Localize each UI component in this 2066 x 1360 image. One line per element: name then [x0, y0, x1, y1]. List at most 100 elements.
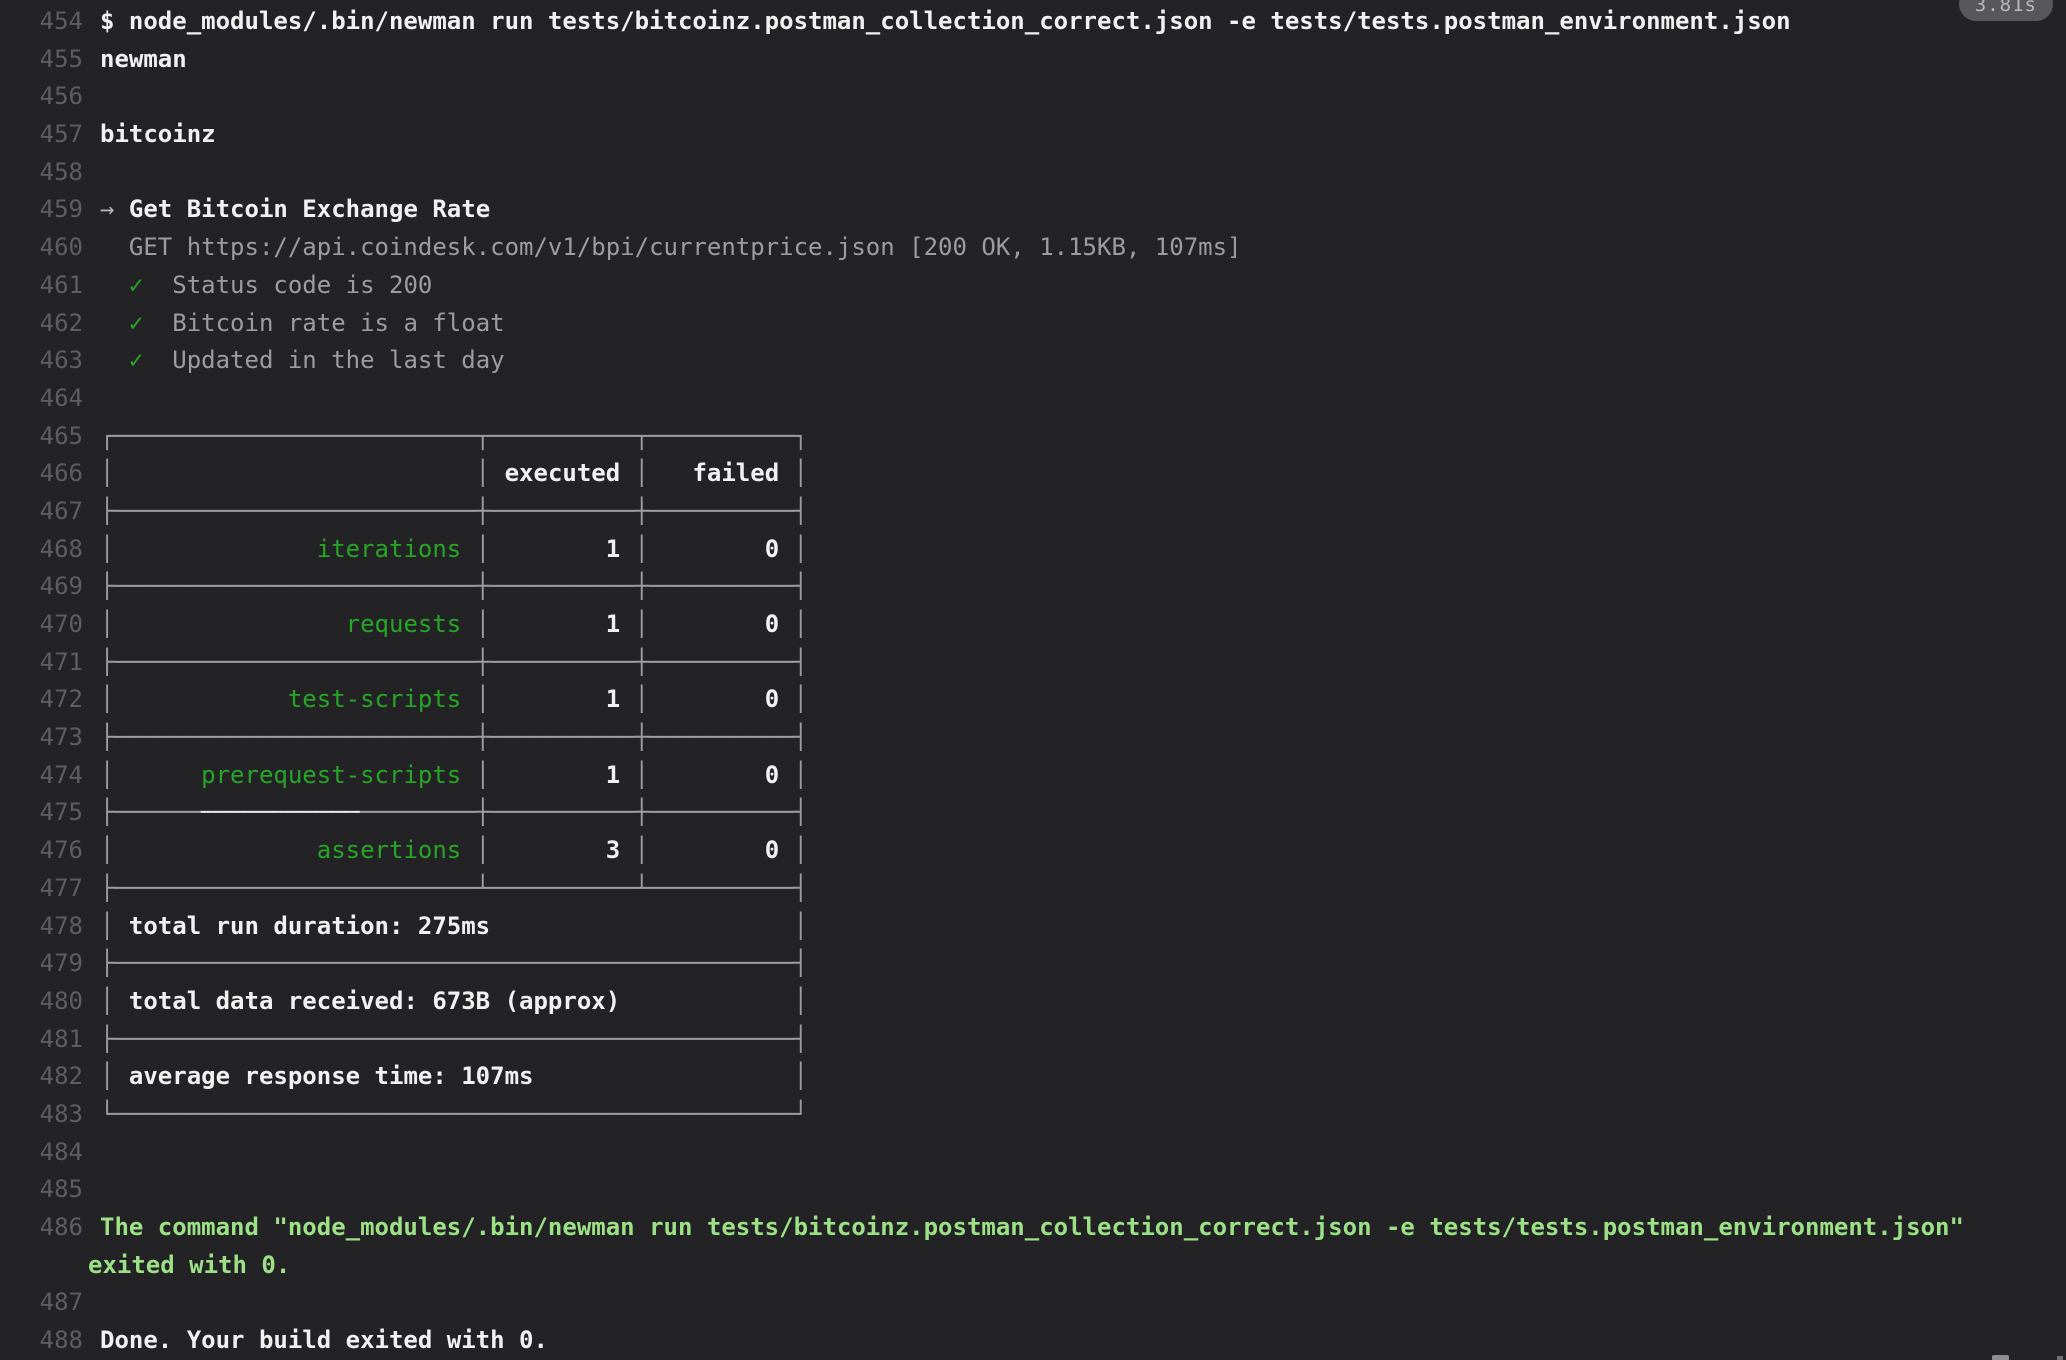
- line-number[interactable]: 468: [0, 531, 83, 569]
- log-line: 473├─────────────────────────┼──────────…: [0, 719, 2066, 757]
- log-line-text: [83, 78, 100, 116]
- log-line-text: │ assertions │ 3 │ 0 │: [83, 832, 808, 870]
- log-text-segment: │: [794, 836, 808, 864]
- log-line-text: │ prerequest-scripts │ 1 │ 0 │: [83, 757, 808, 795]
- line-number[interactable]: 483: [0, 1096, 83, 1134]
- log-line: 476│ assertions │ 3 │ 0 │: [0, 832, 2066, 870]
- log-line: 469├─────────────────────────┼──────────…: [0, 568, 2066, 606]
- log-text-segment: │: [635, 836, 649, 864]
- log-text-segment: 0: [649, 761, 794, 789]
- log-text-segment: │: [100, 912, 114, 940]
- log-line-text: bitcoinz: [83, 116, 216, 154]
- log-text-segment: bitcoinz: [100, 120, 216, 148]
- log-text-segment: │: [635, 685, 649, 713]
- log-line-text: │ requests │ 1 │ 0 │: [83, 606, 808, 644]
- line-number[interactable]: 482: [0, 1058, 83, 1096]
- line-number[interactable]: 459: [0, 191, 83, 229]
- log-line: 466│ │ executed │ failed │: [0, 455, 2066, 493]
- line-number[interactable]: 460: [0, 229, 83, 267]
- log-text-segment: assertions: [114, 836, 475, 864]
- line-number[interactable]: 455: [0, 41, 83, 79]
- line-number[interactable]: 464: [0, 380, 83, 418]
- log-text-segment: iterations: [114, 535, 475, 563]
- log-text-segment: │: [794, 610, 808, 638]
- line-number[interactable]: 462: [0, 305, 83, 343]
- line-number[interactable]: 471: [0, 644, 83, 682]
- log-text-segment: average response time: 107ms: [114, 1062, 533, 1090]
- line-number[interactable]: 457: [0, 116, 83, 154]
- line-number[interactable]: 461: [0, 267, 83, 305]
- line-number[interactable]: 472: [0, 681, 83, 719]
- log-line: 471├─────────────────────────┼──────────…: [0, 644, 2066, 682]
- line-number[interactable]: 458: [0, 154, 83, 192]
- log-text-segment: │: [100, 836, 114, 864]
- log-line: 485: [0, 1171, 2066, 1209]
- log-line: 484: [0, 1134, 2066, 1172]
- log-line-text: $ node_modules/.bin/newman run tests/bit…: [83, 3, 1791, 41]
- log-text-segment: 0: [649, 610, 794, 638]
- log-line-text: ✓ Bitcoin rate is a float: [83, 305, 505, 343]
- line-number[interactable]: 466: [0, 455, 83, 493]
- line-number[interactable]: 481: [0, 1021, 83, 1059]
- log-text-segment: Bitcoin rate is a float: [143, 309, 504, 337]
- clipped-badge-fragment: [1992, 1355, 2009, 1360]
- line-number[interactable]: 456: [0, 78, 83, 116]
- log-line: 482│ average response time: 107ms │: [0, 1058, 2066, 1096]
- line-number[interactable]: 487: [0, 1284, 83, 1322]
- line-number[interactable]: 479: [0, 945, 83, 983]
- log-text-segment: prerequest-scripts: [114, 761, 475, 789]
- log-line: 457 bitcoinz: [0, 116, 2066, 154]
- log-text-segment: │: [620, 987, 808, 1015]
- line-number[interactable]: 467: [0, 493, 83, 531]
- log-text-segment: 1: [490, 761, 635, 789]
- log-line-text: ├─────────────────────────┴──────────┴──…: [83, 870, 808, 908]
- log-text-segment: Updated in the last day: [143, 346, 504, 374]
- log-line-text: The command "node_modules/.bin/newman ru…: [83, 1209, 1964, 1247]
- log-text-segment: │: [794, 535, 808, 563]
- log-line-text: │ │ executed │ failed │: [83, 455, 808, 493]
- log-line-text: ├─────────────────────────┼──────────┼──…: [83, 719, 808, 757]
- line-number[interactable]: 484: [0, 1134, 83, 1172]
- log-line-text: exited with 0.: [83, 1247, 290, 1285]
- log-line-text: │ total run duration: 275ms │: [83, 908, 808, 946]
- log-text-segment: │: [100, 987, 114, 1015]
- check-icon: ✓: [129, 271, 143, 299]
- log-line-text: │ average response time: 107ms │: [83, 1058, 808, 1096]
- log-line-text: ✓ Status code is 200: [83, 267, 432, 305]
- log-line-text: ├─────────────────────────┼──────────┼──…: [83, 644, 808, 682]
- line-number: [0, 1247, 83, 1285]
- line-number[interactable]: 488: [0, 1322, 83, 1360]
- line-number[interactable]: 486: [0, 1209, 83, 1247]
- line-number[interactable]: 473: [0, 719, 83, 757]
- log-text-segment: Status code is 200: [143, 271, 432, 299]
- log-text-segment: 1: [490, 535, 635, 563]
- log-line-text: [83, 1134, 100, 1172]
- log-line-text: [83, 1171, 100, 1209]
- line-number[interactable]: 478: [0, 908, 83, 946]
- line-number[interactable]: 485: [0, 1171, 83, 1209]
- log-line-text: [83, 380, 100, 418]
- log-text-segment: │: [490, 912, 808, 940]
- log-line-text: └───────────────────────────────────────…: [83, 1096, 808, 1134]
- line-number[interactable]: 477: [0, 870, 83, 908]
- log-line-text: → Get Bitcoin Exchange Rate: [83, 191, 490, 229]
- log-text-segment: Get Bitcoin Exchange Rate: [129, 195, 490, 223]
- line-number[interactable]: 454: [0, 3, 83, 41]
- line-number[interactable]: 474: [0, 757, 83, 795]
- log-line: exited with 0.: [0, 1247, 2066, 1285]
- log-text-segment: ┌─────────────────────────┬──────────┬──…: [100, 422, 808, 450]
- line-number[interactable]: 465: [0, 418, 83, 456]
- log-text-segment: └───────────────────────────────────────…: [100, 1100, 808, 1128]
- line-number[interactable]: 480: [0, 983, 83, 1021]
- line-number[interactable]: 463: [0, 342, 83, 380]
- line-number[interactable]: 470: [0, 606, 83, 644]
- log-text-segment: 1: [490, 610, 635, 638]
- log-text-segment: ────────┼──────────┼──────────┤: [360, 798, 808, 826]
- log-line-text: ✓ Updated in the last day: [83, 342, 505, 380]
- line-number[interactable]: 475: [0, 794, 83, 832]
- log-line-text: newman: [83, 41, 187, 79]
- log-line-text: [83, 154, 100, 192]
- log-line: 465 ┌─────────────────────────┬──────────…: [0, 418, 2066, 456]
- line-number[interactable]: 476: [0, 832, 83, 870]
- line-number[interactable]: 469: [0, 568, 83, 606]
